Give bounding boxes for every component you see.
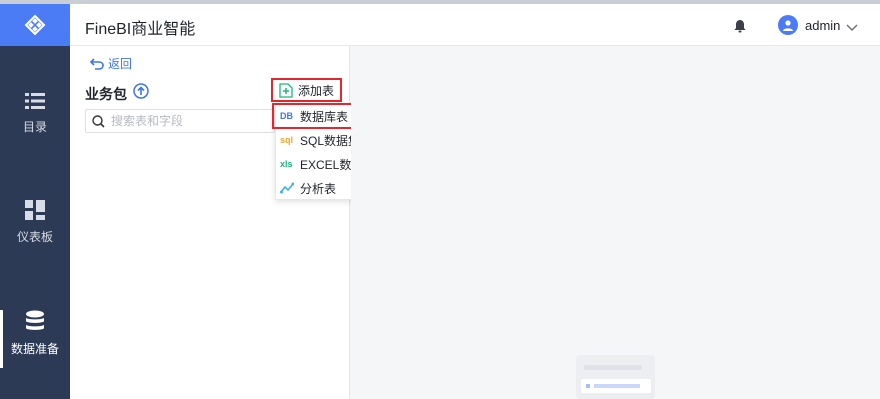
add-table-button[interactable]: 添加表 (271, 78, 342, 102)
sql-icon: sql (280, 135, 294, 145)
database-table-icon: DB (280, 111, 293, 121)
sidebar-item-catalog[interactable]: 目录 (0, 92, 70, 135)
app-title: FineBI商业智能 (85, 21, 196, 38)
back-label: 返回 (108, 57, 133, 71)
sidebar-item-label: 仪表板 (16, 230, 53, 244)
add-file-icon (279, 82, 293, 98)
search-icon (92, 114, 105, 128)
avatar[interactable] (778, 15, 798, 35)
xls-icon: xls (280, 159, 293, 169)
chevron-down-icon[interactable] (846, 19, 858, 37)
menu-item-label: 分析表 (300, 181, 337, 196)
back-button[interactable]: 返回 (90, 55, 132, 72)
main-content-area (351, 46, 880, 399)
menu-item-label: 数据库表 (300, 109, 349, 124)
dashboard-icon (25, 200, 45, 220)
analysis-icon (280, 182, 297, 194)
sidebar-item-dashboard[interactable]: 仪表板 (0, 200, 70, 245)
sidebar-item-label: 数据准备 (10, 342, 59, 356)
back-arrow-icon (90, 57, 104, 70)
panel-title: 业务包 (85, 86, 127, 102)
sidebar-item-data-prep[interactable]: 数据准备 (0, 310, 70, 368)
logo-icon (24, 14, 46, 36)
list-icon (25, 93, 45, 109)
database-icon (26, 310, 44, 330)
app-logo[interactable] (0, 4, 70, 46)
sidebar-item-label: 目录 (22, 120, 47, 134)
empty-state-illustration (576, 355, 655, 399)
user-name[interactable]: admin (805, 18, 840, 33)
top-header: FineBI商业智能 admin (70, 4, 880, 46)
upload-icon[interactable] (133, 83, 149, 104)
search-input[interactable] (111, 114, 261, 128)
sidebar: 目录 仪表板 数据准备 (0, 4, 70, 399)
user-icon (783, 20, 793, 31)
bell-icon[interactable] (734, 19, 746, 38)
search-field[interactable] (85, 109, 275, 133)
add-table-label: 添加表 (298, 83, 335, 98)
